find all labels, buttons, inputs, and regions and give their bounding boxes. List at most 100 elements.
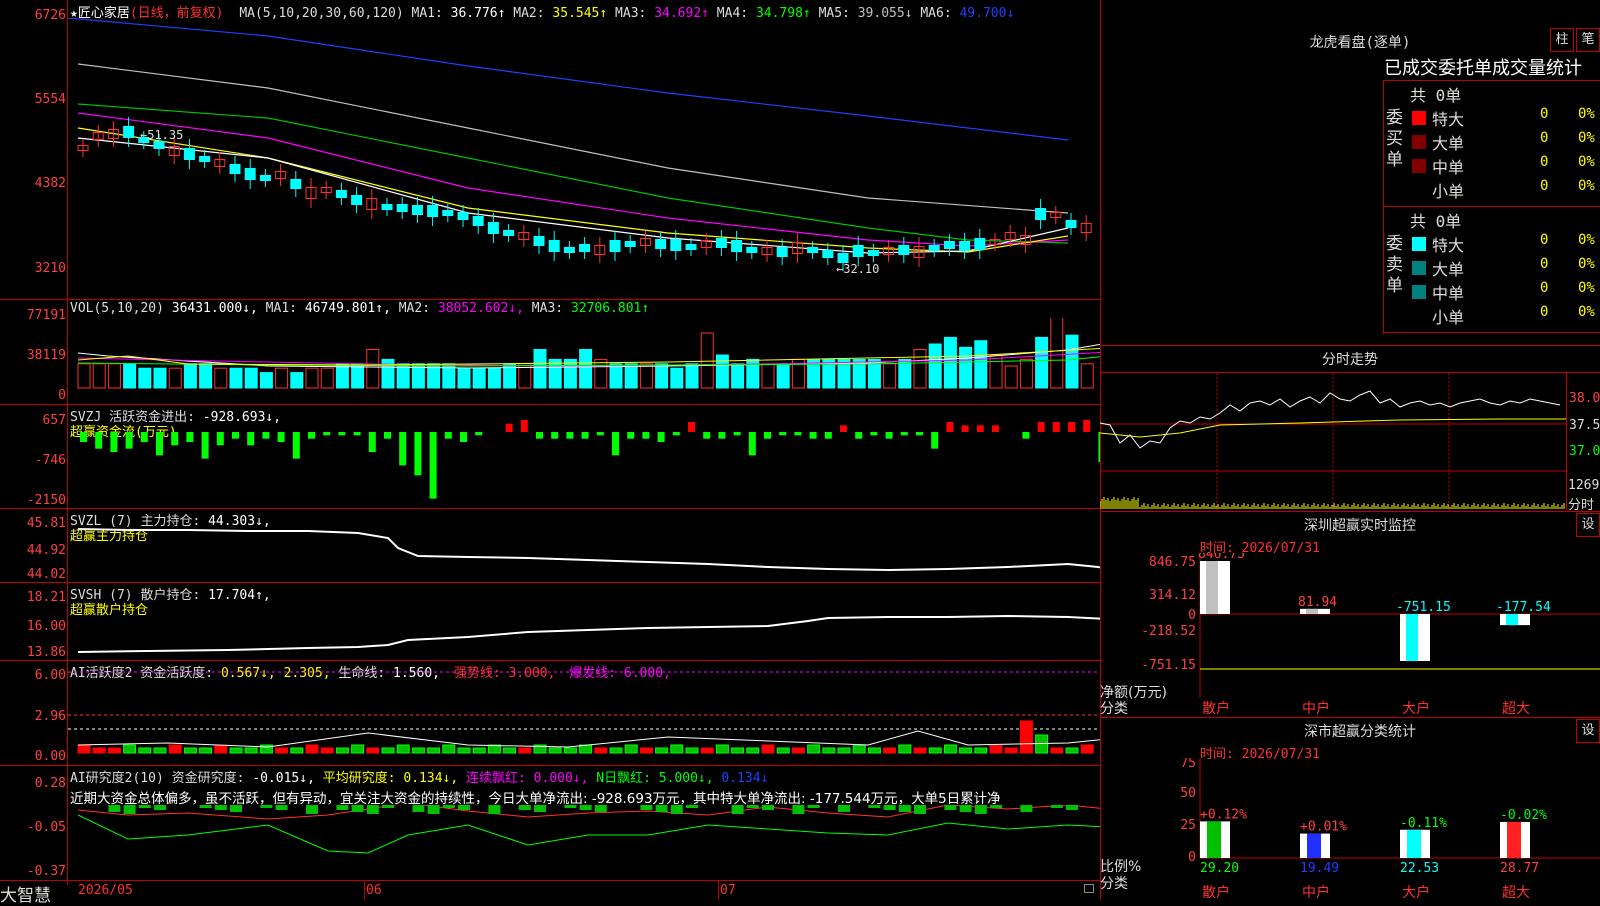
volume-axis: 77191 38119 0 <box>0 300 66 404</box>
research-bar <box>123 805 136 814</box>
ai-active-tick: 0.00 <box>34 749 66 764</box>
activity-bar <box>107 747 121 754</box>
candle-body <box>563 247 575 253</box>
fund-flow-bar <box>885 432 893 439</box>
intraday-chart[interactable] <box>1100 373 1566 510</box>
research-bar <box>534 805 546 812</box>
volume-bar <box>1050 318 1064 389</box>
ai-research-value: -0.015↓, <box>252 771 315 786</box>
activity-bar <box>244 747 258 754</box>
research-green-line <box>77 814 1100 854</box>
fund-flow-bar <box>672 432 680 436</box>
retail-holding-chart[interactable] <box>68 595 1100 661</box>
research-bar <box>594 805 607 812</box>
net-amount-chart[interactable]: 846.75 314.12 0-218.52 -751.15 846.75 81.94 -7… <box>1100 553 1600 698</box>
fund-flow-bar <box>292 432 300 459</box>
research-bar <box>762 805 774 810</box>
volume-chart[interactable] <box>68 318 1100 404</box>
research-bar <box>959 805 972 812</box>
activity-bar <box>518 747 532 754</box>
candlestick-chart[interactable] <box>68 18 1100 299</box>
fund-flow-bar <box>551 432 559 439</box>
research-bar <box>792 805 805 814</box>
pen-toggle-button[interactable]: 笔 <box>1576 28 1600 52</box>
fund-flow-bar <box>900 432 908 436</box>
proportion-bar-core <box>1507 821 1521 858</box>
monitor-title: 深圳超赢实时监控 <box>1304 518 1416 534</box>
activity-bar <box>731 747 745 754</box>
svsh-tick: 16.00 <box>26 619 66 634</box>
volume-value: 36431.000↓, <box>171 301 258 316</box>
activity-bar <box>791 747 805 754</box>
volume-bar <box>123 363 137 389</box>
category-label: 超大 <box>1502 701 1530 717</box>
category-label: 散户 <box>1202 701 1230 717</box>
fund-flow-bar <box>642 432 650 439</box>
fund-flow-chart[interactable] <box>68 420 1100 508</box>
svsh-tick: 18.21 <box>26 590 66 605</box>
volume-bar <box>457 367 471 389</box>
activity-bar <box>381 747 395 754</box>
lock-icon[interactable] <box>1084 884 1094 893</box>
fund-flow-bar <box>277 432 285 442</box>
classify-settings-button[interactable]: 设 <box>1576 719 1600 743</box>
fund-flow-bar <box>596 432 604 436</box>
research-bar <box>670 805 683 814</box>
candle-body <box>457 212 469 220</box>
order-percent: 0% <box>1578 232 1595 248</box>
svzl-tick: 44.92 <box>26 543 66 558</box>
volume-bar <box>335 363 349 389</box>
fund-flow-bar <box>733 432 741 436</box>
volume-bar <box>320 367 334 389</box>
lhb-tabs[interactable]: 已成交委托单成交量统计 <box>1384 54 1582 80</box>
research-commentary: 近期大资金总体偏多，虽不活跃，但有异动，宜关注大资金的持续性，今日大单净流出: … <box>70 791 1001 807</box>
svsh-axis: 18.21 16.00 13.86 <box>0 583 66 661</box>
candle-body <box>609 240 621 252</box>
activity-bar <box>472 747 486 754</box>
volume-bar <box>1080 363 1094 389</box>
candle-body <box>579 244 591 252</box>
candle-body <box>335 190 347 198</box>
fund-flow-bar <box>323 432 331 436</box>
bar-toggle-button[interactable]: 柱 <box>1550 28 1574 52</box>
fund-flow-bar <box>140 432 148 442</box>
volume-bar <box>776 363 790 389</box>
main-holding-chart[interactable] <box>68 520 1100 582</box>
monitor-settings-button[interactable]: 设 <box>1576 513 1600 537</box>
candle-body <box>259 175 271 181</box>
activity-bar <box>442 744 456 754</box>
fund-flow-bar <box>338 432 346 436</box>
volume-bar <box>563 358 577 389</box>
activity-bar <box>427 747 441 754</box>
volume-bar <box>731 363 745 389</box>
order-count: 0 <box>1540 130 1549 146</box>
order-type-label: 特大 <box>1432 236 1465 255</box>
candle-body <box>396 204 408 212</box>
volume-bar <box>533 349 547 389</box>
fund-flow-bar <box>657 432 665 442</box>
activity-bar <box>1065 747 1079 754</box>
net-amount-label: 846.75 <box>1198 553 1245 562</box>
activity-bar <box>928 747 942 754</box>
research-chart[interactable] <box>68 805 1100 880</box>
proportion-chart[interactable]: 75 50 25 0 +0.12% 29.20 +0.01% 19.49 -0.11% 22.53… <box>1100 758 1600 883</box>
classify-tick: 50 <box>1180 786 1196 801</box>
activity-bar <box>867 747 881 754</box>
classify-cat-label: 分类 <box>1100 876 1128 892</box>
volume-tick: 77191 <box>26 308 66 323</box>
activity-bar <box>852 744 866 754</box>
fund-flow-bar <box>612 432 619 456</box>
volume-bar <box>183 363 197 389</box>
research-bar <box>427 805 440 814</box>
order-type-label: 特大 <box>1432 110 1465 129</box>
research-bar <box>686 805 698 808</box>
candle-body <box>776 247 788 257</box>
volume-bar <box>579 349 593 389</box>
activity-chart[interactable] <box>68 661 1100 765</box>
volume-bar <box>214 367 228 389</box>
fund-flow-bar <box>536 432 543 439</box>
ai-active-tick: 6.00 <box>34 668 66 683</box>
activity-bar <box>609 747 623 754</box>
volume-ma-value: 38052.602↓, <box>437 301 524 316</box>
intraday-tick: 37.01 <box>1569 444 1600 459</box>
